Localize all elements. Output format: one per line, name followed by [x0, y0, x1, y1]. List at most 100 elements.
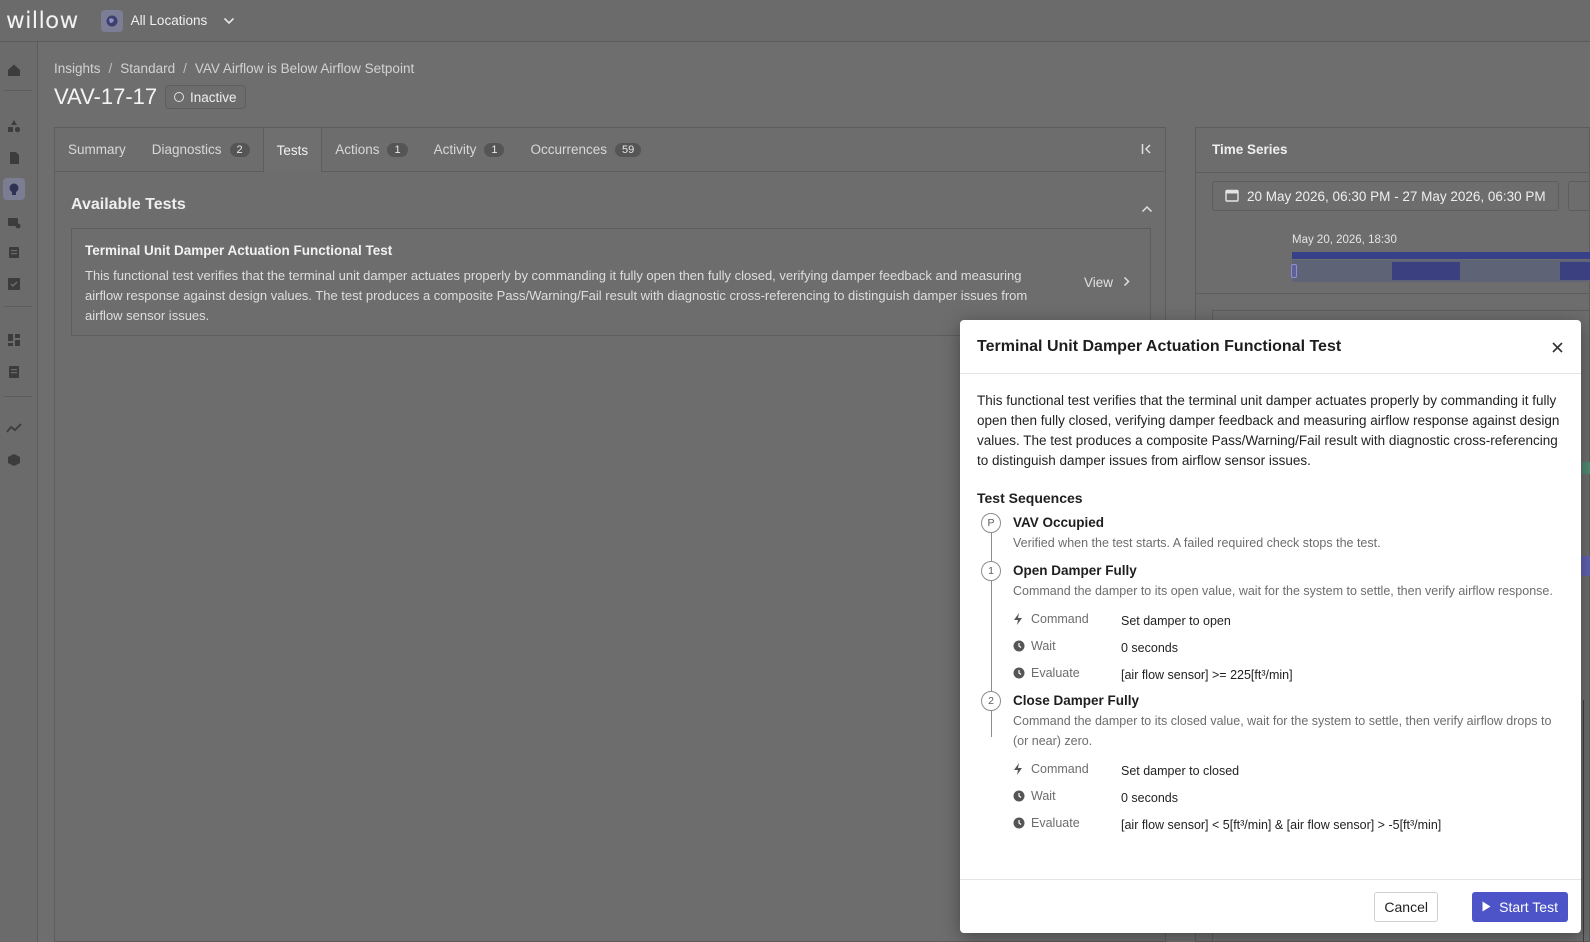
divider [4, 396, 32, 397]
divider [4, 90, 32, 91]
command-label: Command [1031, 611, 1089, 626]
evaluate-row: Evaluate [air flow sensor] >= 225[ft³/mi… [1013, 659, 1564, 686]
top-bar: willow All Locations [0, 0, 1590, 42]
status-badge: Inactive [165, 85, 246, 109]
tab-summary[interactable]: Summary [55, 128, 139, 171]
test-card-description: This functional test verifies that the t… [85, 268, 1028, 323]
report-icon[interactable] [6, 364, 22, 380]
step-name: Open Damper Fully [1013, 563, 1137, 578]
breadcrumb-separator: / [108, 61, 113, 76]
breadcrumb-standard[interactable]: Standard [120, 61, 175, 76]
divider [4, 306, 32, 307]
document-icon[interactable] [6, 150, 22, 166]
timeline-segment [1560, 262, 1590, 280]
status-label: Inactive [190, 89, 237, 105]
test-sequences-heading: Test Sequences [977, 490, 1083, 506]
dialog-body: This functional test verifies that the t… [960, 374, 1581, 836]
clock-icon [1013, 790, 1031, 802]
tab-label: Activity [433, 142, 477, 157]
tab-activity[interactable]: Activity 1 [421, 128, 518, 171]
step-name: Close Damper Fully [1013, 693, 1140, 708]
step-description: Verified when the test starts. A failed … [1013, 536, 1381, 550]
tab-occurrences[interactable]: Occurrences 59 [517, 128, 654, 171]
breadcrumb: Insights / Standard / VAV Airflow is Bel… [54, 61, 414, 76]
tab-actions[interactable]: Actions 1 [322, 128, 420, 171]
clock-icon [1013, 667, 1031, 679]
settings-button[interactable] [1568, 181, 1590, 211]
wait-row: Wait 0 seconds [1013, 782, 1564, 809]
dialog-description: This functional test verifies that the t… [977, 393, 1560, 468]
timeline-handle[interactable] [1291, 264, 1297, 278]
nav-rail [0, 42, 38, 942]
wait-label: Wait [1031, 638, 1056, 653]
chevron-up-icon[interactable] [1141, 200, 1153, 218]
step-vav-occupied: P VAV Occupied Verified when the test st… [977, 513, 1564, 553]
evaluate-label: Evaluate [1031, 815, 1080, 830]
count-badge: 59 [615, 142, 642, 157]
series-marker [1580, 556, 1590, 576]
tab-label: Summary [68, 142, 126, 157]
globe-icon [100, 9, 123, 32]
dashboard-icon[interactable] [6, 332, 22, 348]
location-selector[interactable]: All Locations [100, 9, 236, 32]
chart-line [1583, 700, 1584, 942]
step-open-damper: 1 Open Damper Fully Command the damper t… [977, 561, 1564, 686]
dialog-footer: Cancel Start Test [960, 879, 1581, 933]
collapse-panel-icon[interactable] [1141, 142, 1153, 160]
dialog-title: Terminal Unit Damper Actuation Functiona… [977, 337, 1342, 355]
clipboard-icon[interactable] [6, 244, 22, 260]
command-value: Set damper to closed [1121, 763, 1240, 778]
status-circle-icon [174, 92, 184, 102]
test-card-title: Terminal Unit Damper Actuation Functiona… [85, 243, 393, 258]
breadcrumb-current[interactable]: VAV Airflow is Below Airflow Setpoint [195, 61, 414, 76]
chevron-down-icon [223, 13, 235, 28]
evaluate-row: Evaluate [air flow sensor] < 5[ft³/min] … [1013, 809, 1564, 836]
command-value: Set damper to open [1121, 613, 1231, 628]
calendar-icon [1225, 188, 1239, 205]
step-description: Command the damper to its closed value, … [1013, 714, 1552, 748]
step-name: VAV Occupied [1013, 515, 1105, 530]
time-series-title: Time Series [1212, 142, 1288, 157]
breadcrumb-insights[interactable]: Insights [54, 61, 101, 76]
wait-label: Wait [1031, 788, 1056, 803]
close-icon[interactable] [1547, 337, 1567, 357]
cube-icon[interactable] [6, 452, 22, 468]
home-icon[interactable] [6, 62, 22, 78]
tickets-icon[interactable] [6, 214, 22, 230]
timeline-range-bar [1292, 252, 1590, 259]
checklist-icon[interactable] [6, 276, 22, 292]
divider [1196, 293, 1589, 294]
step-description: Command the damper to its open value, wa… [1013, 584, 1553, 598]
timeline-segment [1392, 262, 1460, 280]
location-label: All Locations [130, 13, 208, 28]
command-row: Command Set damper to open [1013, 605, 1564, 632]
cancel-button[interactable]: Cancel [1374, 892, 1438, 922]
view-test-link[interactable]: View [1084, 275, 1130, 290]
breadcrumb-separator: / [183, 61, 187, 76]
chevron-right-icon [1123, 275, 1130, 290]
dialog-header: Terminal Unit Damper Actuation Functiona… [960, 320, 1581, 374]
step-marker: P [981, 513, 1001, 533]
start-test-label: Start Test [1499, 899, 1558, 915]
tab-label: Diagnostics [151, 142, 222, 157]
tab-tests[interactable]: Tests [262, 128, 323, 172]
timeline-start-label: May 20, 2026, 18:30 [1292, 234, 1397, 246]
trend-icon[interactable] [6, 420, 22, 436]
view-label: View [1083, 275, 1113, 290]
test-sequence-list: P VAV Occupied Verified when the test st… [977, 513, 1564, 836]
insights-lightbulb-icon[interactable] [3, 178, 25, 200]
tab-diagnostics[interactable]: Diagnostics 2 [139, 128, 263, 171]
shapes-icon[interactable] [6, 118, 22, 134]
command-label: Command [1031, 761, 1089, 776]
start-test-button[interactable]: Start Test [1472, 892, 1568, 922]
evaluate-value: [air flow sensor] >= 225[ft³/min] [1121, 667, 1293, 682]
date-range-picker[interactable]: 20 May 2026, 06:30 PM - 27 May 2026, 06:… [1212, 181, 1559, 211]
tab-bar: Summary Diagnostics 2 Tests Actions 1 Acti… [55, 128, 1165, 172]
step-marker: 2 [981, 691, 1001, 711]
step-marker: 1 [981, 561, 1001, 581]
step-close-damper: 2 Close Damper Fully Command the damper … [977, 691, 1564, 836]
tab-label: Tests [276, 142, 309, 158]
command-row: Command Set damper to closed [1013, 755, 1564, 782]
play-icon [1482, 899, 1491, 915]
app-logo[interactable]: willow [6, 8, 79, 34]
